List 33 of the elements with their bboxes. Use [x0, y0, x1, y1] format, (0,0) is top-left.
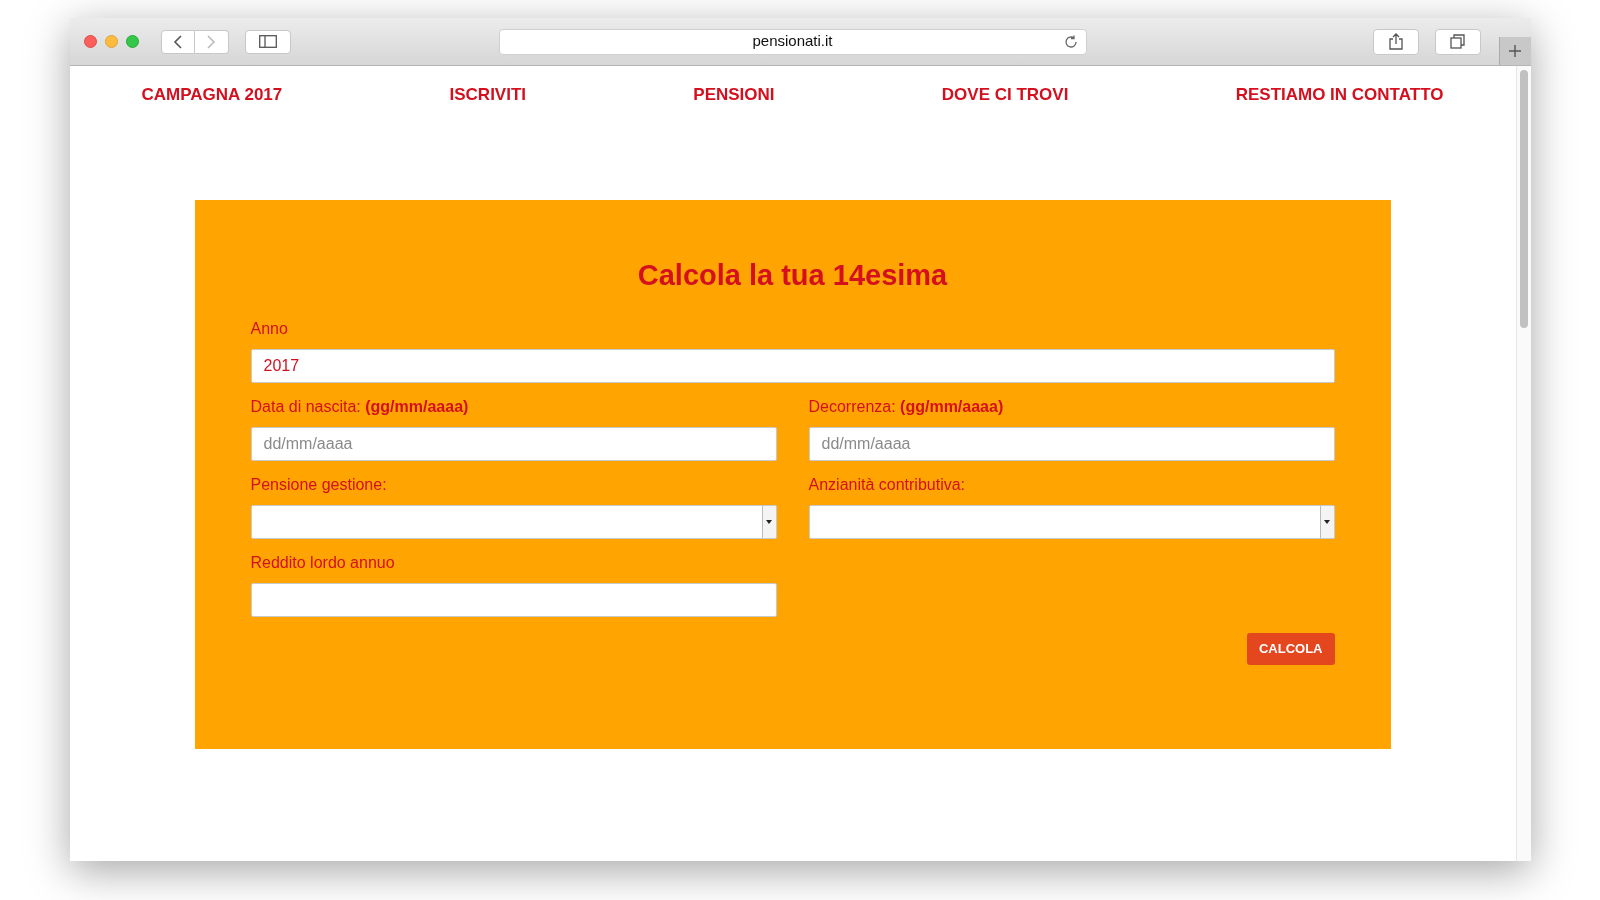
dropdown-caret-icon [1319, 506, 1334, 538]
new-tab-icon[interactable] [1498, 37, 1531, 65]
zoom-window-icon[interactable] [125, 35, 139, 48]
sidebar-icon[interactable] [244, 29, 291, 54]
field-label: Reddito lordo annuo [250, 553, 396, 573]
form-title: Calcola la tua 14esima [636, 257, 949, 293]
input-field[interactable]: dd/mm/aaaa [250, 427, 777, 461]
nav-link[interactable]: ISCRIVITI [449, 82, 527, 108]
back-icon[interactable] [160, 29, 195, 54]
field-label: Pensione gestione: [250, 475, 388, 495]
address-bar[interactable]: pensionati.it [498, 28, 1087, 55]
tabs-icon[interactable] [1434, 28, 1481, 55]
close-window-icon[interactable] [83, 35, 97, 48]
field-label: Data di nascita: (gg/mm/aaaa) [250, 397, 470, 417]
nav-link[interactable]: PENSIONI [693, 82, 775, 108]
input-field[interactable]: dd/mm/aaaa [808, 427, 1335, 461]
url-text: pensionati.it [752, 31, 833, 52]
field-label: Anno [250, 319, 289, 339]
dropdown-caret-icon [761, 506, 776, 538]
nav-link[interactable]: DOVE CI TROVI [941, 82, 1069, 108]
input-field[interactable] [250, 583, 777, 617]
input-field[interactable]: 2017 [250, 349, 1335, 383]
field-label: Decorrenza: (gg/mm/aaaa) [808, 397, 1005, 417]
nav-link[interactable]: CAMPAGNA 2017 [141, 82, 283, 108]
select-field[interactable] [808, 505, 1335, 539]
calculate-button[interactable]: CALCOLA [1246, 633, 1335, 665]
forward-icon[interactable] [194, 29, 229, 54]
select-field[interactable] [250, 505, 777, 539]
reload-icon[interactable] [1063, 34, 1078, 49]
minimize-window-icon[interactable] [104, 35, 118, 48]
field-label: Anzianità contributiva: [808, 475, 967, 495]
share-icon[interactable] [1372, 28, 1419, 55]
nav-link[interactable]: RESTIAMO IN CONTATTO [1235, 82, 1444, 108]
